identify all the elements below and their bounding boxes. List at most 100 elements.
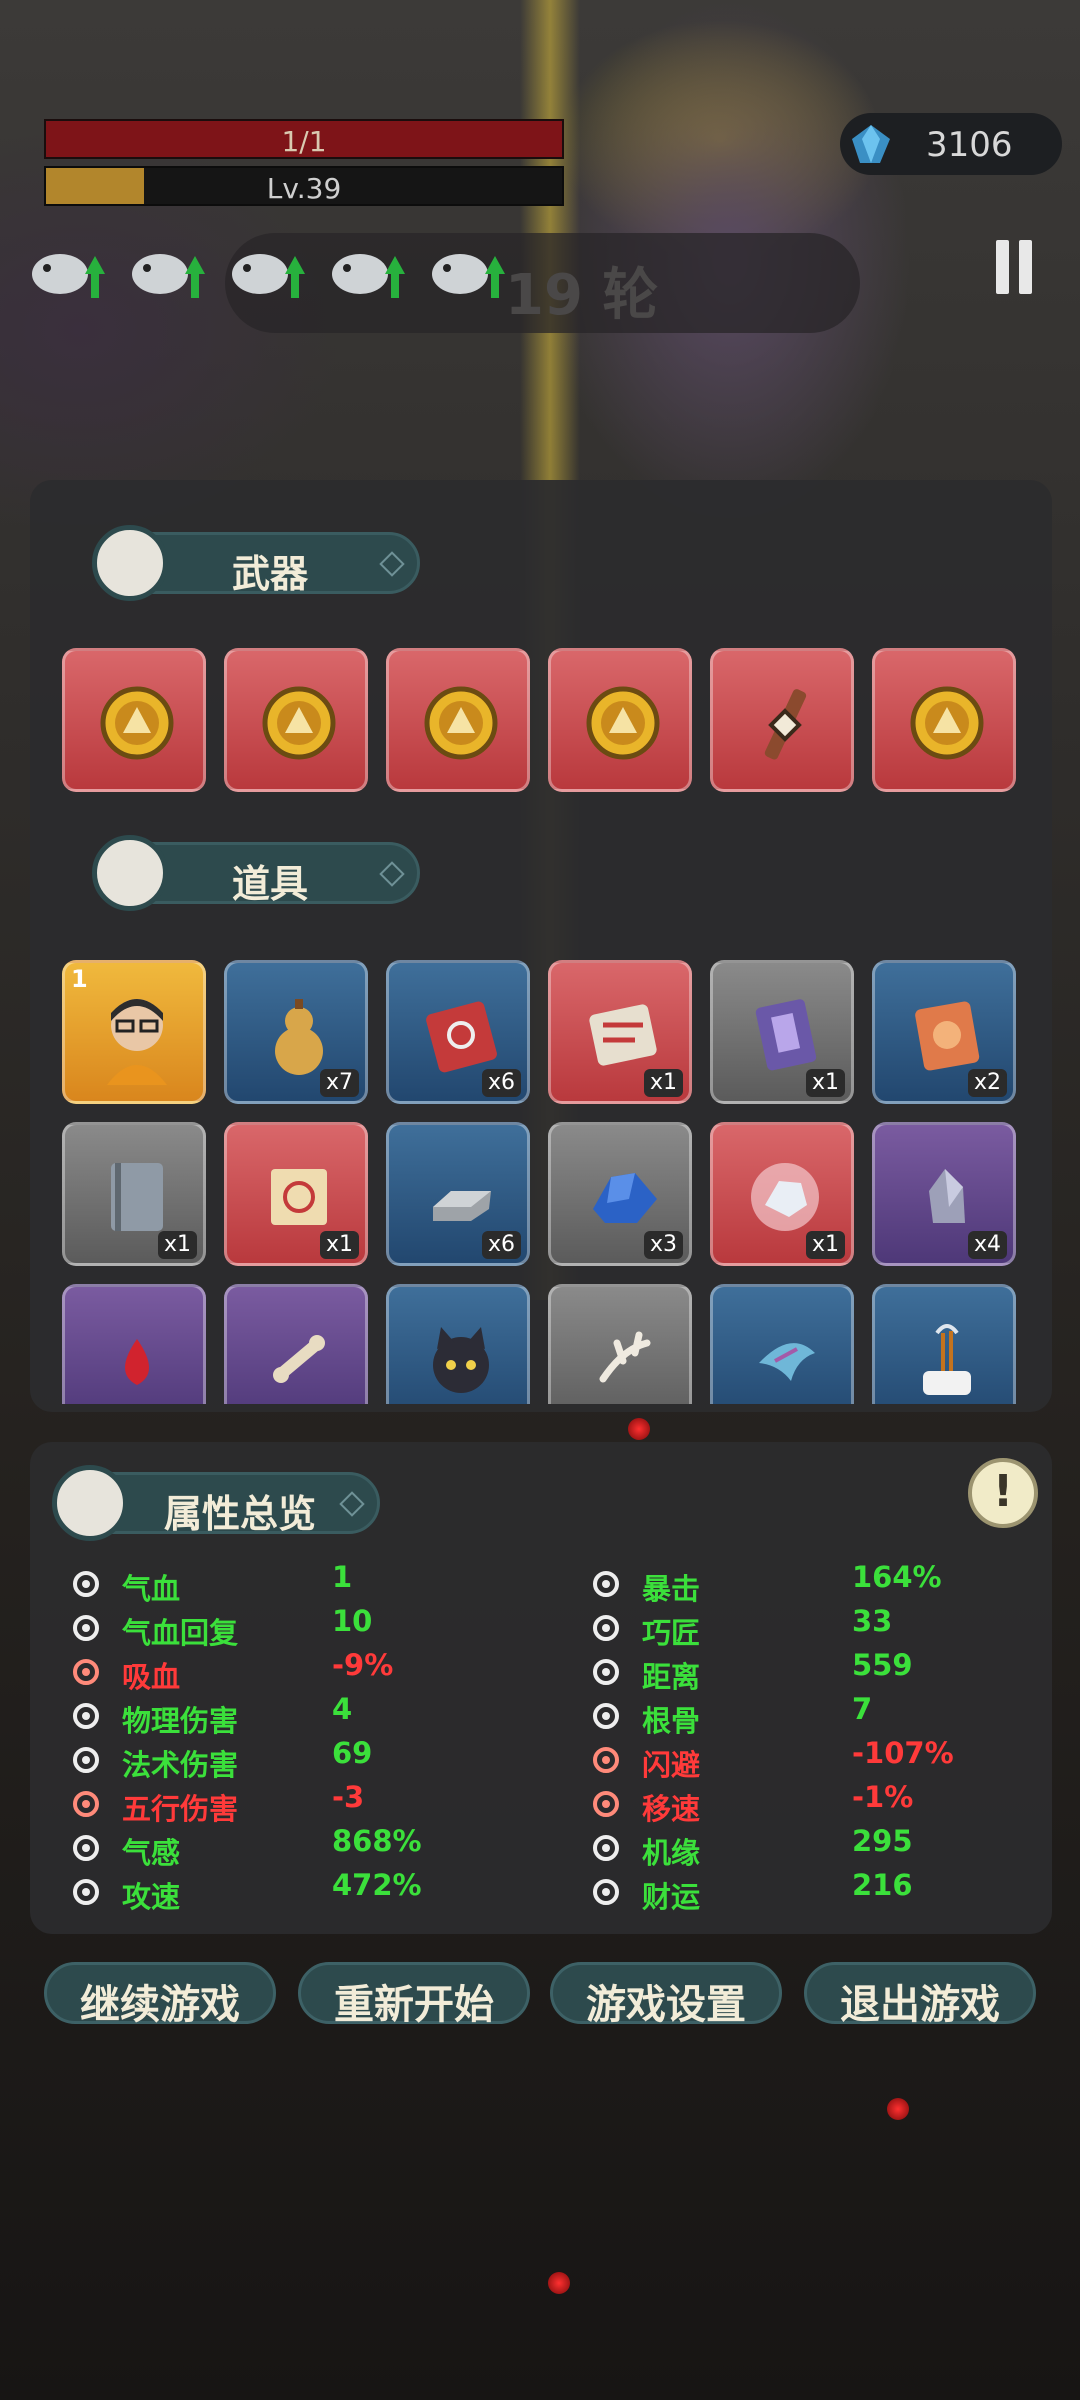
- level-text: Lv.39: [266, 172, 342, 205]
- gold-coin-icon: [910, 686, 984, 760]
- pause-button[interactable]: [993, 240, 1035, 294]
- attribute-label: 距离: [642, 1660, 701, 1694]
- upgrade-bird-icon: [432, 254, 505, 298]
- dodge-icon: [593, 1747, 619, 1773]
- level-bar: Lv.39: [44, 166, 564, 206]
- attribute-label: 暴击: [642, 1572, 701, 1606]
- attribute-value: 7: [852, 1692, 873, 1726]
- attribute-label: 攻速: [122, 1880, 181, 1914]
- quit-game-button[interactable]: 退出游戏: [804, 1962, 1036, 2028]
- attribute-value: -107%: [852, 1736, 954, 1770]
- item-slot[interactable]: x6: [386, 1122, 530, 1266]
- enemy-projectile: [628, 1418, 650, 1440]
- gold-coin-icon: [424, 686, 498, 760]
- sword-icon: [73, 1703, 99, 1729]
- item-count: x2: [967, 1069, 1007, 1097]
- item-slot[interactable]: [872, 1284, 1016, 1404]
- item-slot[interactable]: x1: [548, 960, 692, 1104]
- item-slot[interactable]: x7: [224, 960, 368, 1104]
- attribute-label: 财运: [642, 1880, 701, 1914]
- attribute-label: 巧匠: [642, 1616, 701, 1650]
- weapon-slot[interactable]: [872, 648, 1016, 792]
- item-count: x6: [481, 1069, 521, 1097]
- weapon-slot[interactable]: [386, 648, 530, 792]
- item-count: x1: [805, 1231, 845, 1259]
- upgrade-bird-icon: [132, 254, 205, 298]
- info-button[interactable]: !: [968, 1458, 1038, 1528]
- heart-icon: [73, 1571, 99, 1597]
- crossbow-icon: [764, 689, 807, 760]
- attributes-title: 属性总览: [163, 1492, 316, 1536]
- fin-icon: [759, 1343, 815, 1381]
- range-icon: [593, 1659, 619, 1685]
- item-slot[interactable]: [224, 1284, 368, 1404]
- item-slot[interactable]: [386, 1284, 530, 1404]
- item-slot[interactable]: [710, 1284, 854, 1404]
- item-slot[interactable]: x6: [386, 960, 530, 1104]
- attribute-value: 10: [332, 1604, 373, 1638]
- luck-icon: [593, 1835, 619, 1861]
- gold-coin-icon: [586, 686, 660, 760]
- item-slot[interactable]: [548, 1284, 692, 1404]
- upgrade-bird-icon: [32, 254, 105, 298]
- upgrade-bird-icon: [232, 254, 305, 298]
- attribute-label: 吸血: [122, 1660, 181, 1694]
- item-slot[interactable]: x4: [872, 1122, 1016, 1266]
- attribute-value: 33: [852, 1604, 893, 1638]
- coin-icon: [593, 1879, 619, 1905]
- item-slot[interactable]: x1: [710, 960, 854, 1104]
- qi-icon: [73, 1835, 99, 1861]
- items-grid[interactable]: 1 x7 x6 x1 x1 x2 x1 x1 x6 x3 x1 x4: [30, 880, 1052, 1404]
- gem-icon: [852, 125, 890, 163]
- hp-bar: 1/1: [44, 119, 564, 159]
- attribute-value: 472%: [332, 1868, 422, 1902]
- item-count: x1: [643, 1069, 683, 1097]
- item-count: x1: [157, 1231, 197, 1259]
- attribute-value: 295: [852, 1824, 913, 1858]
- attribute-label: 移速: [642, 1792, 701, 1826]
- weapon-slot[interactable]: [710, 648, 854, 792]
- item-slot[interactable]: x2: [872, 960, 1016, 1104]
- black-cat-icon: [433, 1327, 489, 1393]
- attributes-badge-icon: [52, 1465, 128, 1541]
- pause-icon: [1019, 240, 1032, 294]
- attribute-label: 气血: [122, 1572, 181, 1606]
- bone-icon: [273, 1335, 325, 1383]
- attribute-value: -9%: [332, 1648, 394, 1682]
- elements-icon: [73, 1791, 99, 1817]
- item-slot[interactable]: 1: [62, 960, 206, 1104]
- item-slot[interactable]: x1: [224, 1122, 368, 1266]
- weapons-badge-icon: [92, 525, 168, 601]
- item-slot[interactable]: x3: [548, 1122, 692, 1266]
- item-level: 1: [71, 965, 88, 993]
- continue-game-label: 继续游戏: [80, 1982, 240, 2028]
- quit-game-label: 退出游戏: [840, 1982, 1000, 2028]
- item-slot[interactable]: [62, 1284, 206, 1404]
- gold-coin-icon: [262, 686, 336, 760]
- attribute-value: 868%: [332, 1824, 422, 1858]
- restart-game-label: 重新开始: [334, 1982, 494, 2028]
- attribute-label: 气感: [122, 1836, 181, 1870]
- continue-game-button[interactable]: 继续游戏: [44, 1962, 276, 2028]
- weapon-slot[interactable]: [548, 648, 692, 792]
- restart-game-button[interactable]: 重新开始: [298, 1962, 530, 2028]
- portrait-icon: [107, 999, 167, 1085]
- enemy-projectile: [887, 2098, 909, 2120]
- game-settings-button[interactable]: 游戏设置: [550, 1962, 782, 2028]
- item-slot[interactable]: x1: [710, 1122, 854, 1266]
- item-slot[interactable]: x1: [62, 1122, 206, 1266]
- upgrade-bird-icon: [332, 254, 405, 298]
- item-count: x3: [643, 1231, 683, 1259]
- attribute-label: 闪避: [642, 1748, 701, 1782]
- incense-icon: [923, 1324, 971, 1395]
- item-count: x6: [481, 1231, 521, 1259]
- attribute-value: 1: [332, 1560, 353, 1594]
- weapon-slot[interactable]: [224, 648, 368, 792]
- gem-count: 3106: [926, 125, 1013, 165]
- attribute-value: 559: [852, 1648, 913, 1682]
- attack-speed-icon: [73, 1879, 99, 1905]
- item-count: x4: [967, 1231, 1007, 1259]
- attribute-value: 4: [332, 1692, 353, 1726]
- weapon-slot[interactable]: [62, 648, 206, 792]
- blood-drop-icon: [73, 1659, 99, 1685]
